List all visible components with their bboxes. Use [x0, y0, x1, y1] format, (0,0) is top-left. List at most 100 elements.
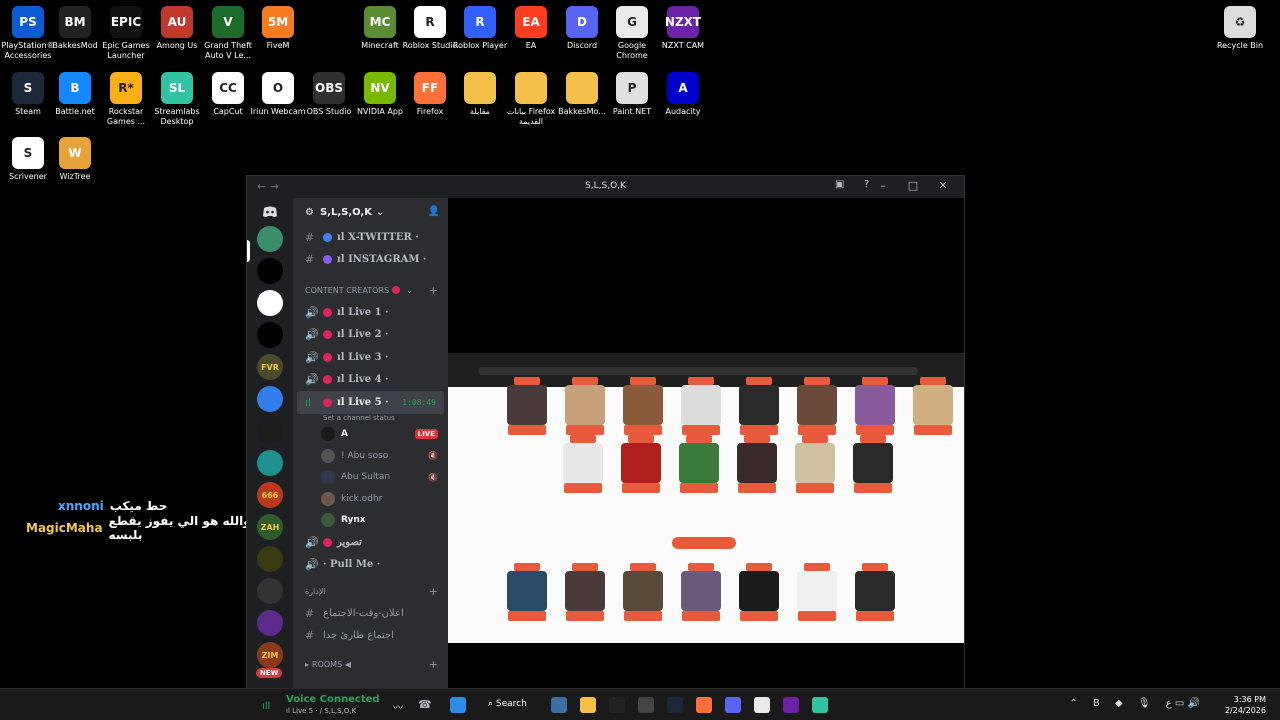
channel-live[interactable]: 🔊 ıl Live 1 · — [293, 301, 448, 324]
server-icon[interactable] — [257, 546, 283, 572]
voice-user[interactable]: A LIVE — [293, 424, 448, 446]
category-admin[interactable]: الإدارة ⁩ + — [293, 580, 448, 602]
desktop-icon[interactable]: MC Minecraft — [352, 6, 408, 51]
streamlabs-icon[interactable] — [812, 697, 828, 713]
channel-live[interactable]: 🔊 ıl Live 4 · — [293, 369, 448, 392]
server-icon[interactable] — [257, 322, 283, 348]
desktop-icon[interactable]: O Iriun Webcam — [250, 72, 306, 117]
server-icon[interactable] — [257, 290, 283, 316]
server-icon[interactable]: ZIM — [257, 642, 283, 668]
store-icon[interactable] — [551, 697, 567, 713]
desktop-icon[interactable]: R* Rockstar Games ... — [98, 72, 154, 127]
system-tray[interactable]: ⌃ B ◆ 🎙 ع ▭ 🔊 — [1069, 698, 1200, 709]
disconnect-icon[interactable]: ☎ — [418, 698, 432, 711]
desktop-icon[interactable]: FF Firefox — [402, 72, 458, 117]
stream-view[interactable] — [448, 198, 964, 689]
desktop-icon[interactable]: NV NVIDIA App — [352, 72, 408, 117]
server-icon[interactable] — [257, 418, 283, 444]
desktop-icon[interactable]: BM BakkesMod — [47, 6, 103, 51]
desktop-icon[interactable]: EA EA — [503, 6, 559, 51]
steam-icon[interactable] — [667, 697, 683, 713]
desktop-icon[interactable]: ♻ Recycle Bin — [1212, 6, 1268, 51]
desktop-icon[interactable]: W WizTree — [47, 137, 103, 182]
voice-user[interactable]: Rynx — [293, 510, 448, 532]
voice-user[interactable]: ! Abu soso 🔇 — [293, 445, 448, 467]
channel-status[interactable]: Set a channel status — [293, 414, 448, 424]
server-icon[interactable]: 666 — [257, 482, 283, 508]
channel-instagram[interactable]: # ıl INSTAGRAM · — [293, 249, 448, 272]
desktop-icon-label: NZXT CAM — [661, 41, 705, 50]
category-rooms[interactable]: ▸ ROOMS ◀ + — [293, 653, 448, 675]
desktop-icon[interactable]: R Roblox Studio — [402, 6, 458, 51]
card-image — [855, 571, 895, 611]
app-icon[interactable] — [638, 697, 654, 713]
server-icon[interactable] — [257, 610, 283, 636]
desktop-icon[interactable]: مقابلة — [452, 72, 508, 117]
firefox-icon[interactable] — [696, 697, 712, 713]
taskbar-search[interactable]: ⌕ Search — [488, 699, 527, 709]
channel-admin-announce[interactable]: # اعلان-وقت-الاجتماع — [293, 602, 448, 625]
maximize-button[interactable]: □ — [898, 179, 928, 192]
epic-games-icon[interactable] — [609, 697, 625, 713]
screen-share[interactable] — [448, 353, 964, 643]
desktop-icon[interactable]: NZXT NZXT CAM — [655, 6, 711, 51]
voice-user[interactable]: Abu Sultan 🔇 — [293, 467, 448, 489]
windows-start-icon[interactable] — [450, 697, 466, 713]
language-indicator[interactable]: ع — [1166, 698, 1172, 709]
server-icon[interactable] — [257, 450, 283, 476]
chrome-icon[interactable] — [754, 697, 770, 713]
desktop-icon[interactable]: G Google Chrome — [604, 6, 660, 61]
close-button[interactable]: ✕ — [928, 179, 958, 192]
desktop-icon[interactable]: بيانات Firefox القديمة — [503, 72, 559, 127]
desktop-icon[interactable]: EPIC Epic Games Launcher — [98, 6, 154, 61]
channel-live-5[interactable]: ıl ıl Live 5 · 1:08:49 — [297, 391, 444, 414]
channel-live[interactable]: 🔊 ıl Live 3 · — [293, 346, 448, 369]
channel-x-twitter[interactable]: # ıl X-TWITTER · — [293, 226, 448, 249]
server-header[interactable]: ⚙ S,L,S,O,K ⌄ 👤 — [293, 198, 448, 226]
desktop-icon[interactable]: A Audacity — [655, 72, 711, 117]
server-icon[interactable] — [257, 578, 283, 604]
channel-admin-meeting[interactable]: # اجتماع طارئ جدا — [293, 625, 448, 648]
discord-home-icon[interactable] — [247, 198, 293, 226]
card-tag — [508, 611, 546, 621]
voice-user[interactable]: kick.odhr — [293, 488, 448, 510]
desktop-icon[interactable]: D Discord — [554, 6, 610, 51]
desktop-icon[interactable]: SL Streamlabs Desktop — [149, 72, 205, 127]
minimize-button[interactable]: – — [868, 179, 898, 192]
muted-icon: 🔇 — [428, 472, 438, 482]
channel-pull-me[interactable]: 🔊 · Pull Me · — [293, 554, 448, 577]
desktop-icon[interactable]: B Battle.net — [47, 72, 103, 117]
card-image — [739, 385, 779, 425]
server-icon[interactable] — [257, 386, 283, 412]
desktop-icon[interactable]: AU Among Us — [149, 6, 205, 51]
server-icon[interactable] — [257, 258, 283, 284]
character-card — [562, 563, 608, 621]
channel-tasweer[interactable]: 🔊 تصوير — [293, 531, 448, 554]
server-icon[interactable]: FVR — [257, 354, 283, 380]
desktop-icon[interactable]: BakkesMo... — [554, 72, 610, 117]
desktop-icon[interactable]: CC CapCut — [200, 72, 256, 117]
desktop-icon[interactable]: 5M FiveM — [250, 6, 306, 51]
chat-message: والله هو الي يفوز يقطع بلبسه — [108, 514, 251, 542]
inbox-icon[interactable]: ▣ — [835, 179, 844, 190]
voice-status[interactable]: Voice Connected ıl Live 5 · / S,L,S,O,K — [286, 694, 466, 715]
add-channel-icon[interactable]: + — [429, 284, 438, 297]
server-icon[interactable] — [257, 226, 283, 252]
add-channel-icon[interactable]: + — [429, 585, 438, 598]
noise-suppression-icon[interactable]: 〰 — [393, 699, 403, 714]
desktop-icon[interactable]: V Grand Theft Auto V Le... — [200, 6, 256, 61]
clock[interactable]: 3:36 PM 2/24/2026 — [1225, 694, 1266, 716]
desktop-icon[interactable]: P Paint.NET — [604, 72, 660, 117]
desktop-icon[interactable]: OBS OBS Studio — [301, 72, 357, 117]
add-channel-icon[interactable]: + — [429, 658, 438, 671]
voice-connected-label: Voice Connected — [286, 694, 380, 705]
category-dot — [392, 286, 401, 294]
add-member-icon[interactable]: 👤 — [428, 206, 440, 217]
file-explorer-icon[interactable] — [580, 697, 596, 713]
discord-icon[interactable] — [725, 697, 741, 713]
category-content-creators[interactable]: CONTENT CREATORS ⌄ + — [293, 279, 448, 301]
desktop-icon[interactable]: R Roblox Player — [452, 6, 508, 51]
server-icon[interactable]: ZAH — [257, 514, 283, 540]
nzxt-icon[interactable] — [783, 697, 799, 713]
channel-live[interactable]: 🔊 ıl Live 2 · — [293, 324, 448, 347]
